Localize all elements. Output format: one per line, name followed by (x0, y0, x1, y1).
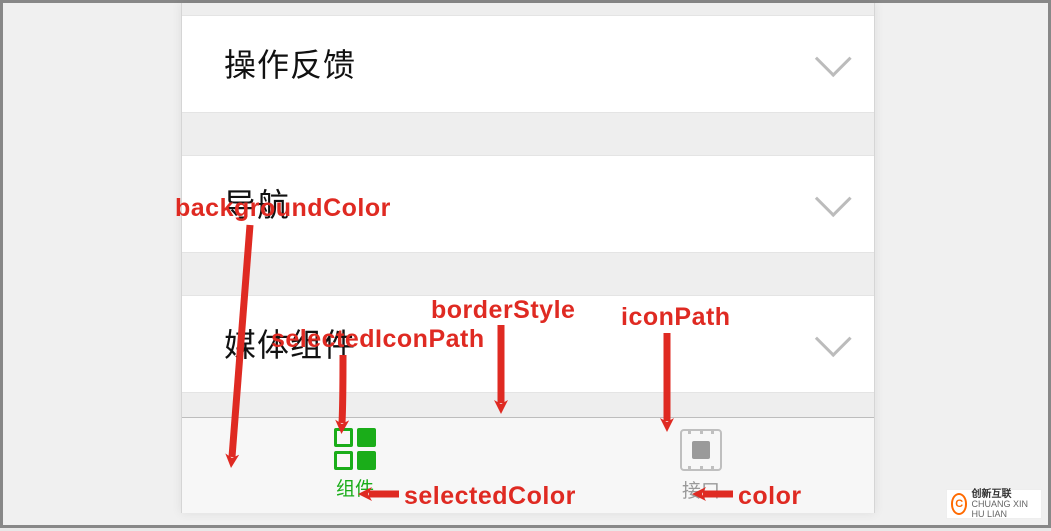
list-item-feedback[interactable]: 操作反馈 (182, 15, 874, 113)
anno-label-color: color (738, 482, 802, 511)
watermark: C 创新互联 CHUANG XIN HU LIAN (946, 489, 1042, 519)
tab-label: 组件 (336, 474, 374, 501)
page-outer: 操作反馈 导航 媒体组件 组件 接口 (0, 0, 1051, 528)
chip-icon (679, 428, 723, 472)
chevron-down-icon (815, 180, 852, 217)
anno-label-selectedIconPath: selectedIconPath (271, 325, 485, 354)
chevron-down-icon (815, 320, 852, 357)
tab-components[interactable]: 组件 (295, 428, 415, 513)
anno-label-borderStyle: borderStyle (431, 296, 575, 325)
anno-label-backgroundColor: backgroundColor (175, 194, 391, 223)
anno-label-iconPath: iconPath (621, 303, 731, 332)
tab-label: 接口 (682, 476, 720, 503)
chevron-down-icon (815, 40, 852, 77)
list-item-label: 操作反馈 (224, 40, 356, 86)
anno-label-selectedColor: selectedColor (404, 482, 576, 511)
watermark-logo-icon: C (951, 493, 967, 515)
phone-frame: 操作反馈 导航 媒体组件 组件 接口 (181, 3, 875, 513)
grid-icon (334, 428, 376, 470)
watermark-text: 创新互联 CHUANG XIN HU LIAN (971, 489, 1037, 520)
